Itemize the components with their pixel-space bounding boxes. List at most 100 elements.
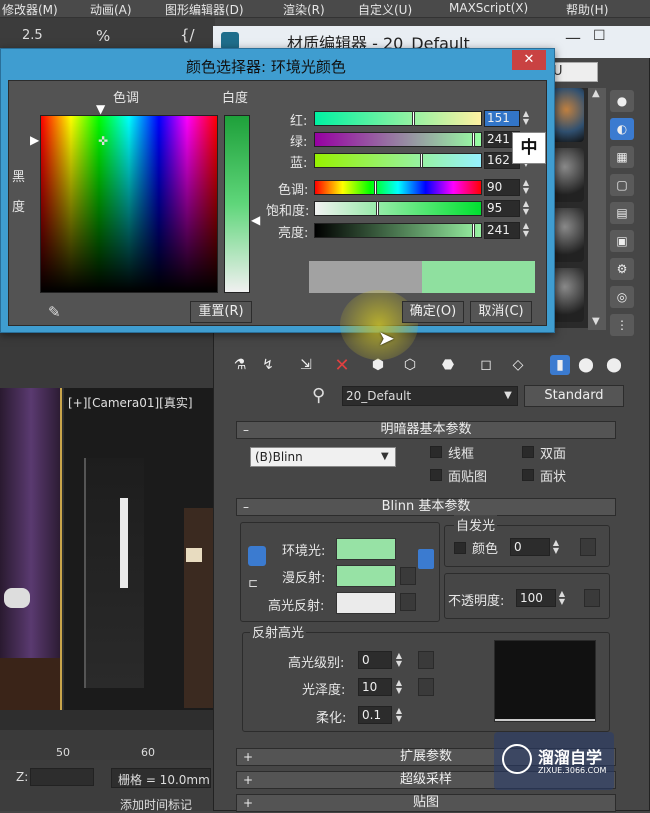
opacity-spinner-arrows[interactable]: ▲ ▼: [557, 590, 567, 608]
slots-scrollbar[interactable]: ▲ ▼: [588, 88, 606, 330]
soften-arrows[interactable]: ▲ ▼: [394, 707, 404, 725]
put-to-scene-icon[interactable]: ↯: [258, 355, 278, 375]
whiteness-strip[interactable]: [224, 115, 250, 293]
timeline-ruler[interactable]: 50 60: [0, 730, 215, 760]
glossiness-map-button[interactable]: [418, 678, 434, 696]
brightness-slider-thumb[interactable]: [472, 223, 475, 238]
percent-snap-icon[interactable]: %: [96, 27, 110, 45]
snap-angle-value[interactable]: 2.5: [22, 28, 43, 43]
red-slider[interactable]: [314, 111, 482, 126]
saturation-slider[interactable]: [314, 201, 482, 216]
reset-map-icon[interactable]: ✕: [332, 355, 352, 376]
get-material-icon[interactable]: ⚗: [230, 355, 250, 375]
brightness-slider[interactable]: [314, 223, 482, 238]
diffuse-swatch[interactable]: [336, 565, 396, 587]
spec-level-arrows[interactable]: ▲ ▼: [394, 652, 404, 670]
camera-viewport[interactable]: [+][Camera01][真实]: [64, 388, 215, 710]
self-illum-spinner[interactable]: 0: [510, 538, 550, 556]
material-type-button[interactable]: Standard: [524, 385, 624, 407]
viewport-label[interactable]: [+][Camera01][真实]: [68, 394, 193, 411]
brightness-input[interactable]: 241: [484, 222, 520, 239]
spec-level-map-button[interactable]: [418, 651, 434, 669]
opacity-spinner[interactable]: 100: [516, 589, 556, 607]
lock-ambient-diffuse-icon[interactable]: [248, 546, 266, 566]
hue-input[interactable]: 90: [484, 179, 520, 196]
sample-slot-3[interactable]: [552, 208, 584, 262]
face-map-checkbox[interactable]: [430, 469, 442, 481]
saturation-spinner-arrows[interactable]: ▲ ▼: [521, 200, 531, 217]
hue-spinner-arrows[interactable]: ▲ ▼: [521, 179, 531, 196]
reset-button[interactable]: 重置(R): [190, 301, 252, 323]
saturation-input[interactable]: 95: [484, 200, 520, 217]
eyedropper-icon[interactable]: ⚲: [312, 385, 325, 406]
menu-animation[interactable]: 动画(A): [90, 1, 132, 18]
menu-customize[interactable]: 自定义(U): [358, 1, 412, 18]
sample-slot-1[interactable]: [552, 88, 584, 142]
background-checker-icon[interactable]: ▦: [610, 146, 634, 168]
video-color-check-icon[interactable]: ▤: [610, 202, 634, 224]
link-icon[interactable]: ⊏: [248, 576, 266, 594]
top-viewport[interactable]: [0, 330, 215, 388]
blinn-rollout-header[interactable]: – Blinn 基本参数: [236, 498, 616, 516]
hue-slider-thumb[interactable]: [374, 180, 377, 195]
glossiness-spinner[interactable]: 10: [358, 678, 392, 696]
eyedropper-icon[interactable]: ✎: [48, 303, 61, 321]
scroll-up-icon[interactable]: ▲: [592, 88, 600, 99]
options-icon[interactable]: ⚙: [610, 258, 634, 280]
blackness-pointer-icon[interactable]: ▶: [30, 133, 39, 147]
material-name-dropdown-icon[interactable]: ▼: [500, 387, 516, 405]
hue-slider[interactable]: [314, 180, 482, 195]
sample-uv-tiling-icon[interactable]: ▢: [610, 174, 634, 196]
ime-indicator[interactable]: 中: [512, 132, 546, 164]
ambient-swatch[interactable]: [336, 538, 396, 560]
brightness-spinner-arrows[interactable]: ▲ ▼: [521, 222, 531, 239]
z-coordinate-field[interactable]: [30, 768, 94, 786]
glossiness-arrows[interactable]: ▲ ▼: [394, 679, 404, 697]
sample-type-icon[interactable]: ●: [610, 90, 634, 112]
perspective-viewport[interactable]: [0, 388, 62, 710]
blue-slider-thumb[interactable]: [420, 153, 423, 168]
self-illum-map-button[interactable]: [580, 538, 596, 556]
go-forward-sibling-icon[interactable]: ⬤: [576, 355, 596, 375]
red-slider-thumb[interactable]: [412, 111, 415, 126]
ok-button[interactable]: 确定(O): [402, 301, 464, 323]
green-slider[interactable]: [314, 132, 482, 147]
specular-swatch[interactable]: [336, 592, 396, 614]
pick-material-icon[interactable]: ⬤: [604, 355, 624, 375]
maximize-icon[interactable]: ☐: [593, 28, 606, 44]
material-name-field[interactable]: 20_Default: [342, 386, 518, 406]
whiteness-pointer-icon[interactable]: ◀: [251, 213, 260, 227]
red-spinner-arrows[interactable]: ▲ ▼: [521, 110, 531, 127]
two-sided-checkbox[interactable]: [522, 446, 534, 458]
assign-to-selection-icon[interactable]: ⇲: [296, 355, 316, 375]
curly-brace-icon[interactable]: {/: [180, 26, 195, 44]
search-field[interactable]: U: [548, 62, 598, 82]
menu-modifiers[interactable]: 修改器(M): [2, 1, 58, 18]
specular-map-button[interactable]: [400, 593, 416, 611]
put-to-library-icon[interactable]: ⬡: [400, 355, 420, 375]
menu-maxscript[interactable]: MAXScript(X): [449, 1, 528, 15]
diffuse-map-button[interactable]: [400, 567, 416, 585]
self-illum-color-checkbox[interactable]: [454, 542, 466, 554]
opacity-map-button[interactable]: [584, 589, 600, 607]
cancel-button[interactable]: 取消(C): [470, 301, 532, 323]
scroll-down-icon[interactable]: ▼: [592, 316, 600, 327]
material-map-navigator-icon[interactable]: ⋮: [610, 314, 634, 336]
add-time-tag[interactable]: 添加时间标记: [120, 796, 192, 813]
sample-slot-2[interactable]: [552, 148, 584, 202]
sample-slot-4[interactable]: [552, 268, 584, 322]
menu-help[interactable]: 帮助(H): [566, 1, 608, 18]
spectrum-crosshair-icon[interactable]: ✜: [98, 134, 108, 148]
backlight-icon[interactable]: ◐: [610, 118, 634, 140]
show-shaded-icon[interactable]: ◻: [476, 355, 496, 375]
shader-type-dropdown[interactable]: (B)Blinn ▼: [250, 447, 396, 467]
make-preview-icon[interactable]: ▣: [610, 230, 634, 252]
go-to-parent-icon[interactable]: ▮: [550, 355, 570, 375]
red-input[interactable]: 151: [484, 110, 520, 127]
green-slider-thumb[interactable]: [472, 132, 475, 147]
hue-pointer-icon[interactable]: ▼: [96, 102, 105, 116]
minimize-icon[interactable]: —: [565, 28, 581, 47]
original-color-preview[interactable]: [309, 261, 422, 293]
lock-diffuse-icon[interactable]: [418, 549, 434, 569]
show-end-result-icon[interactable]: ◇: [508, 355, 528, 375]
